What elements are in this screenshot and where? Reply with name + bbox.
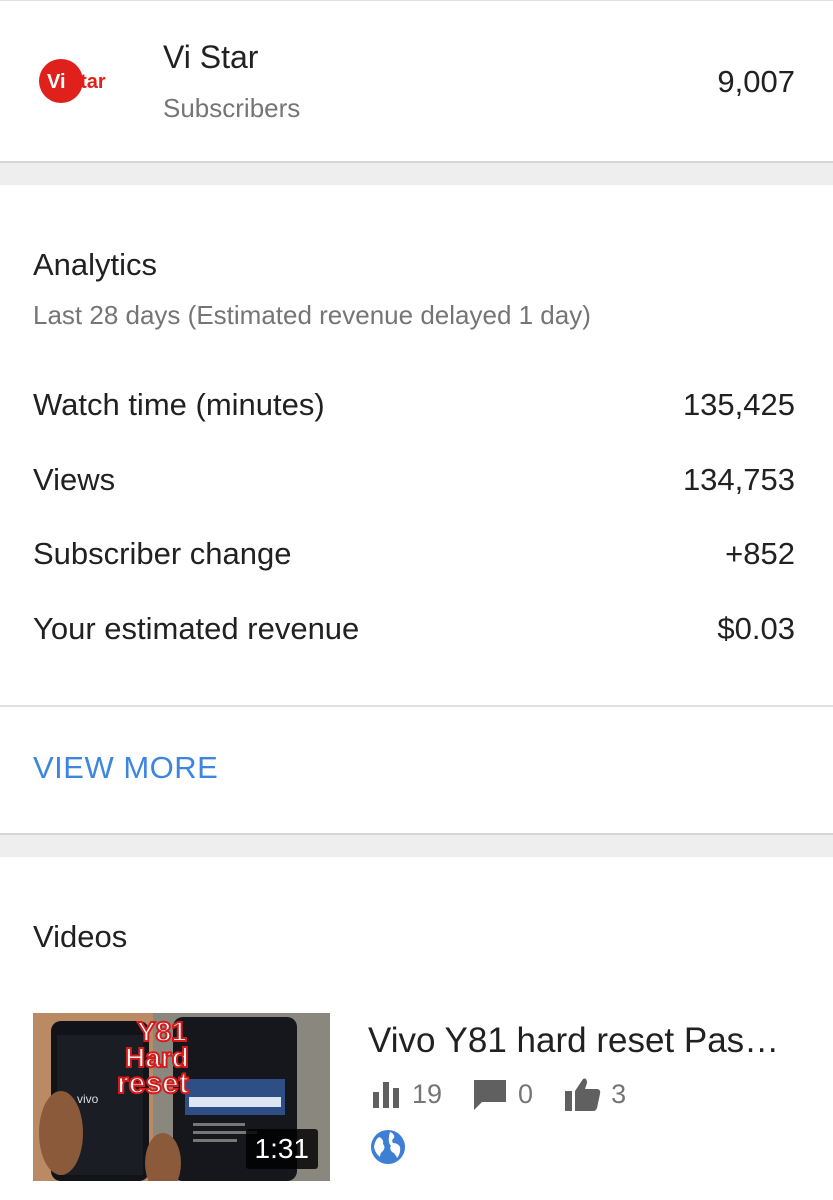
- comments-count: 0: [518, 1078, 534, 1109]
- metric-value: 134,753: [682, 462, 795, 497]
- svg-text:vivo: vivo: [77, 1092, 99, 1106]
- subscribers-label: Subscribers: [163, 93, 301, 123]
- views-stat: 19: [370, 1079, 442, 1110]
- divider: [0, 705, 833, 707]
- thumbs-up-icon: [565, 1078, 601, 1111]
- logo-text-vi: Vi: [47, 71, 66, 93]
- view-more-button[interactable]: VIEW MORE: [33, 750, 218, 786]
- analytics-card: Analytics Last 28 days (Estimated revenu…: [0, 185, 833, 835]
- channel-card[interactable]: Vi star Vi Star Subscribers 9,007: [0, 0, 833, 163]
- metric-row-watch-time: Watch time (minutes) 135,425: [33, 385, 795, 425]
- comment-icon: [474, 1080, 507, 1110]
- metric-value: +852: [725, 536, 795, 571]
- metric-label: Subscriber change: [33, 536, 292, 571]
- video-duration: 1:31: [245, 1129, 318, 1169]
- video-stats: 19 0 3: [370, 1077, 656, 1111]
- views-count: 19: [412, 1078, 443, 1109]
- metric-row-subscriber-change: Subscriber change +852: [33, 534, 795, 574]
- video-thumbnail[interactable]: vivo Y81 Hard reset 1:31: [33, 1013, 330, 1181]
- thumb-text-reset: reset: [117, 1067, 189, 1100]
- videos-card: Videos vivo Y81 Hard reset 1:31 Vivo Y81…: [0, 857, 833, 1200]
- metric-row-revenue: Your estimated revenue $0.03: [33, 609, 795, 649]
- metric-label: Your estimated revenue: [33, 611, 360, 646]
- likes-stat: 3: [563, 1077, 626, 1111]
- metric-label: Views: [33, 462, 116, 497]
- analytics-title: Analytics: [33, 247, 158, 282]
- analytics-subtitle: Last 28 days (Estimated revenue delayed …: [33, 300, 591, 330]
- metric-label: Watch time (minutes): [33, 387, 325, 422]
- metric-value: $0.03: [717, 611, 795, 646]
- logo-text-star: star: [69, 71, 106, 93]
- videos-title: Videos: [33, 919, 128, 954]
- bar-chart-icon: [373, 1082, 399, 1108]
- likes-count: 3: [611, 1078, 627, 1109]
- video-title[interactable]: Vivo Y81 hard reset Pas…: [368, 1021, 808, 1061]
- metric-value: 135,425: [682, 387, 795, 422]
- metric-row-views: Views 134,753: [33, 460, 795, 500]
- subscribers-count: 9,007: [717, 64, 795, 99]
- channel-name: Vi Star: [163, 39, 259, 75]
- globe-icon: [371, 1130, 405, 1164]
- comments-stat: 0: [472, 1078, 533, 1110]
- channel-logo: Vi star: [39, 59, 106, 103]
